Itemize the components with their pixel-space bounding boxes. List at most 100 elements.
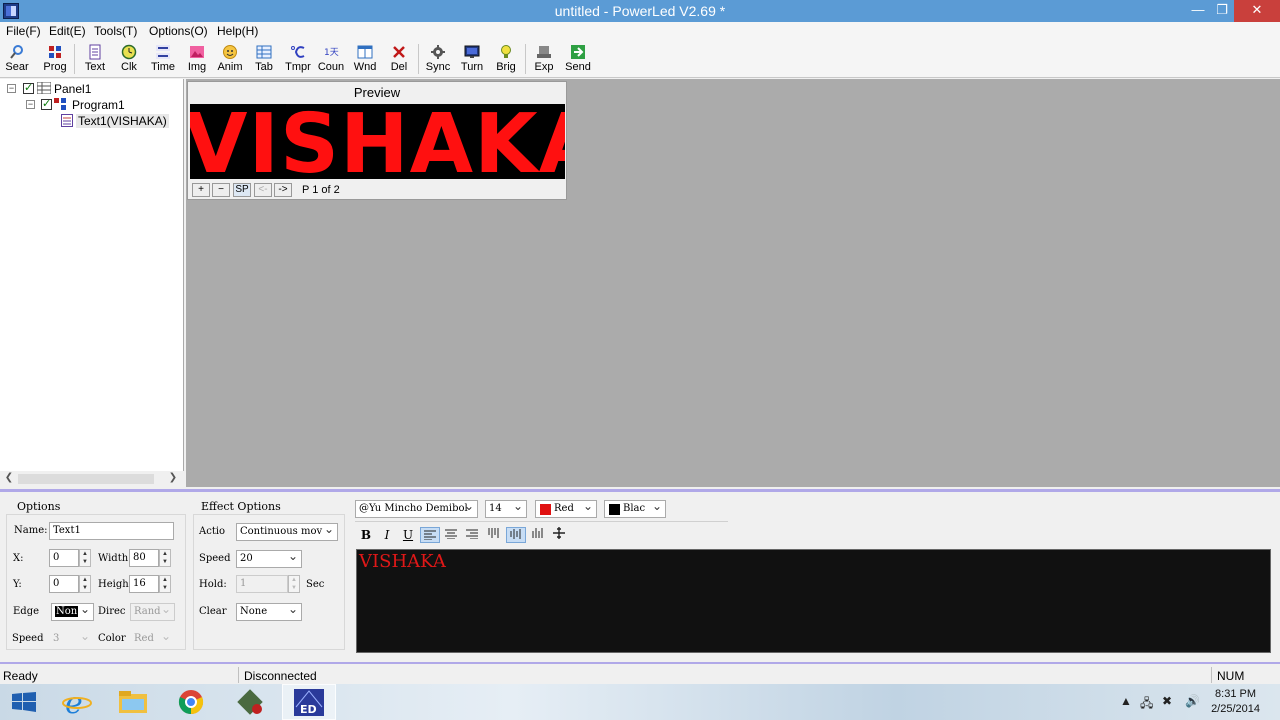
valign-top-button[interactable] [484,527,504,543]
spacing-button[interactable] [549,527,569,543]
close-button[interactable]: ✕ [1234,0,1280,22]
text-item-icon [61,114,73,127]
taskbar-clock[interactable]: 8:31 PM 2/25/2014 [1211,687,1260,717]
maximize-button[interactable]: ❐ [1208,0,1236,22]
underline-button[interactable]: U [398,527,418,543]
background-color-select[interactable]: Blac [604,500,666,518]
tree-item-program[interactable]: Program1 [72,98,125,112]
taskbar-file-explorer[interactable] [106,684,160,720]
sync-button[interactable]: Sync [421,42,455,76]
smiley-icon [223,45,237,59]
clock-button[interactable]: Clk [112,42,146,76]
prev-page-button[interactable]: <- [254,183,272,197]
valign-middle-button[interactable] [506,527,526,543]
y-input[interactable]: 0 [49,575,79,593]
x-label: X: [13,553,24,564]
menu-file[interactable]: File(F) [6,24,41,38]
align-left-button[interactable] [420,527,440,543]
edge-color-select[interactable]: Red [130,630,175,648]
align-center-icon [445,529,457,540]
menu-edit[interactable]: Edit(E) [49,24,86,38]
program-checkbox[interactable] [41,97,52,110]
menu-help[interactable]: Help(H) [217,24,258,38]
width-input[interactable]: 80 [129,549,159,567]
italic-button[interactable]: I [377,527,397,543]
direction-select[interactable]: Rand [130,603,175,621]
window-button[interactable]: Wnd [348,42,382,76]
align-center-button[interactable] [441,527,461,543]
height-stepper[interactable]: ▲ ▼ [159,575,171,593]
hold-input[interactable]: 1 [236,575,288,593]
menu-tools[interactable]: Tools(T) [94,24,137,38]
clear-select[interactable]: None [236,603,302,621]
bold-button[interactable]: B [356,527,376,543]
toolbar: Sear Prog Text Clk Time Img Anim Tab Tmp… [0,40,1280,78]
edge-select[interactable]: Non [51,603,94,621]
hold-stepper[interactable]: ▲ ▼ [288,575,300,593]
image-button[interactable]: Img [180,42,214,76]
effect-speed-select[interactable]: 20 [236,550,302,568]
temperature-button[interactable]: Tmpr [281,42,315,76]
sp-button[interactable]: SP [233,183,251,197]
font-size-select[interactable]: 14 [485,500,527,518]
start-button[interactable] [0,684,48,720]
send-button[interactable]: Send [561,42,595,76]
tree-horizontal-scrollbar[interactable]: ❮ ❯ [0,471,184,487]
name-input[interactable]: Text1 [49,522,174,540]
menu-options[interactable]: Options(O) [149,24,208,38]
text-button[interactable]: Text [78,42,112,76]
lightbulb-icon [501,45,511,58]
status-bar: Ready Disconnected NUM [0,666,1280,684]
panel-checkbox[interactable] [23,81,34,94]
delete-icon [393,46,405,58]
align-right-button[interactable] [462,527,482,543]
program-collapse-toggle[interactable]: − [26,100,35,109]
animation-button[interactable]: Anim [213,42,247,76]
tray-network-icon[interactable]: 🖧 [1140,694,1153,715]
taskbar-powerled[interactable]: ED [282,684,336,720]
monitor-icon [464,45,480,58]
x-stepper[interactable]: ▲ ▼ [79,549,91,567]
counter-button[interactable]: 1天 Coun [314,42,348,76]
action-select[interactable]: Continuous mov [236,523,338,541]
search-button[interactable]: Sear [0,42,34,76]
zoom-in-button[interactable]: + [192,183,210,197]
next-page-button[interactable]: -> [274,183,292,197]
text-editor[interactable]: VISHAKA [356,549,1271,653]
scroll-left-icon[interactable]: ❮ [2,472,16,483]
table-button-label: Tab [255,61,273,73]
scroll-right-icon[interactable]: ❯ [166,472,180,483]
taskbar-internet-explorer[interactable]: e [50,684,104,720]
edge-speed-select[interactable]: 3 [49,630,94,648]
effect-options-title: Effect Options [199,500,283,513]
tray-volume-icon[interactable]: 🔊 [1185,694,1200,708]
window-button-label: Wnd [353,61,377,73]
time-button[interactable]: Time [146,42,180,76]
tree-item-text[interactable]: Text1(VISHAKA) [76,114,169,128]
x-input[interactable]: 0 [49,549,79,567]
height-input[interactable]: 16 [129,575,159,593]
font-select[interactable]: @Yu Mincho Demibol [355,500,478,518]
text-color-select[interactable]: Red [535,500,597,518]
text-editor-content: VISHAKA [359,551,446,572]
taskbar-app-tool[interactable] [224,684,278,720]
valign-bottom-button[interactable] [528,527,548,543]
search-icon [10,45,23,59]
brightness-button[interactable]: Brig [489,42,523,76]
turn-button[interactable]: Turn [455,42,489,76]
scrollbar-thumb[interactable] [18,474,154,484]
delete-button[interactable]: Del [382,42,416,76]
zoom-out-button[interactable]: − [212,183,230,197]
tree-item-panel[interactable]: Panel1 [54,82,91,96]
y-stepper[interactable]: ▲ ▼ [79,575,91,593]
taskbar-chrome[interactable] [166,684,220,720]
valign-middle-icon [510,529,521,539]
tray-network-error-icon[interactable]: ✖ [1162,694,1172,708]
width-stepper[interactable]: ▲ ▼ [159,549,171,567]
program-button[interactable]: Prog [38,42,72,76]
table-button[interactable]: Tab [247,42,281,76]
panel-collapse-toggle[interactable]: − [7,84,16,93]
export-button[interactable]: Exp [527,42,561,76]
action-label: Actio [199,526,226,537]
tray-overflow-icon[interactable]: ▲ [1120,694,1132,708]
